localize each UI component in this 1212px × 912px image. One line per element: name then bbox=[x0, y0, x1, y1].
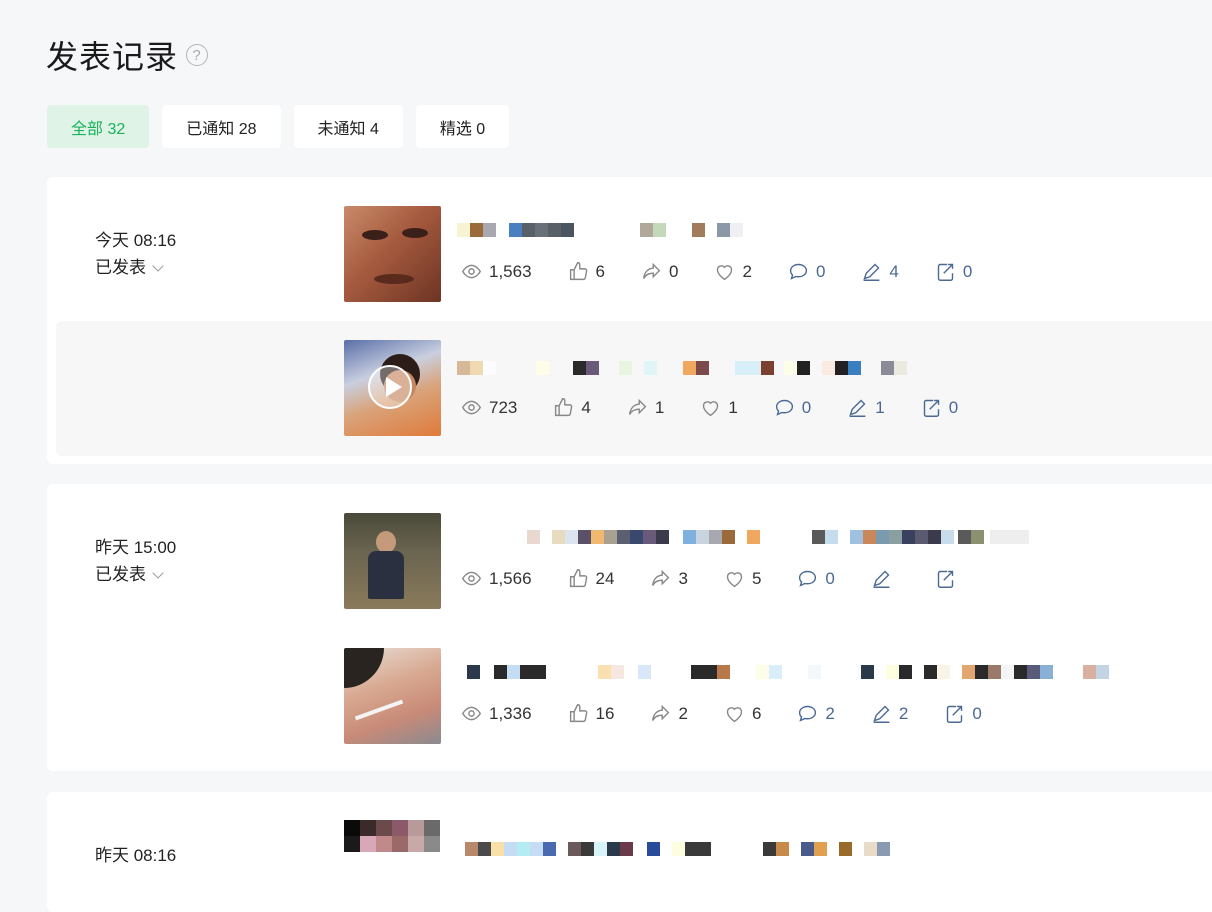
post-stats: 1,336 16 2 6 2 2 0 bbox=[461, 703, 1018, 724]
pencil-icon bbox=[863, 263, 880, 281]
edits-stat[interactable]: 4 bbox=[861, 261, 899, 282]
post-stats: 1,563 6 0 2 0 4 0 bbox=[461, 261, 1008, 282]
post-row[interactable]: 1,566 24 3 5 0 bbox=[47, 484, 1212, 619]
likes-stat: 16 bbox=[568, 703, 614, 724]
heart-icon bbox=[726, 572, 743, 588]
favorites-stat: 2 bbox=[714, 261, 752, 282]
shares-stat: 1 bbox=[627, 397, 664, 418]
tab-not-notified[interactable]: 未通知 4 bbox=[293, 105, 403, 148]
eye-icon bbox=[461, 571, 482, 586]
filter-tabs: 全部 32 已通知 28 未通知 4 精选 0 bbox=[47, 105, 510, 148]
edits-stat[interactable]: 1 bbox=[847, 397, 885, 418]
favorites-stat: 5 bbox=[724, 568, 761, 589]
heart-icon bbox=[703, 401, 719, 417]
thumb-up-icon bbox=[569, 704, 587, 723]
views-stat: 1,566 bbox=[461, 568, 532, 589]
repost-icon bbox=[947, 705, 963, 723]
post-thumbnail[interactable] bbox=[344, 820, 441, 880]
comments-stat[interactable]: 0 bbox=[774, 397, 811, 418]
share-arrow-icon bbox=[628, 398, 647, 415]
views-stat: 723 bbox=[461, 397, 517, 418]
reposts-stat[interactable]: 0 bbox=[935, 261, 972, 282]
repost-icon bbox=[937, 570, 954, 588]
favorites-stat: 6 bbox=[724, 703, 761, 724]
likes-stat: 24 bbox=[568, 568, 614, 589]
page-title-text: 发表记录 bbox=[46, 39, 179, 75]
views-stat: 1,336 bbox=[461, 703, 532, 724]
shares-stat: 2 bbox=[650, 703, 688, 724]
pencil-icon bbox=[873, 705, 890, 723]
share-arrow-icon bbox=[642, 262, 661, 279]
eye-icon bbox=[461, 706, 482, 721]
tab-featured[interactable]: 精选 0 bbox=[415, 105, 510, 148]
post-time: 昨天 08:16 bbox=[95, 846, 177, 865]
heart-icon bbox=[726, 707, 743, 723]
post-thumbnail[interactable] bbox=[344, 513, 441, 609]
post-group-card: 昨天 08:16 bbox=[47, 792, 1212, 912]
post-thumbnail[interactable] bbox=[344, 206, 441, 302]
eye-icon bbox=[461, 264, 482, 279]
post-thumbnail[interactable] bbox=[344, 340, 441, 436]
views-stat: 1,563 bbox=[461, 261, 532, 282]
comments-stat[interactable]: 0 bbox=[788, 261, 825, 282]
post-title-blurred[interactable] bbox=[465, 842, 890, 856]
comment-icon bbox=[799, 705, 817, 722]
post-row[interactable]: 1,336 16 2 6 2 2 0 bbox=[47, 619, 1212, 754]
post-stats: 723 4 1 1 0 1 0 bbox=[461, 397, 994, 418]
post-thumbnail[interactable] bbox=[344, 648, 441, 744]
post-row[interactable]: 723 4 1 1 0 1 0 bbox=[56, 321, 1212, 456]
comment-icon bbox=[789, 263, 808, 280]
repost-icon bbox=[923, 399, 939, 417]
play-icon[interactable] bbox=[368, 365, 412, 409]
thumb-up-icon bbox=[569, 262, 587, 281]
post-stats: 1,566 24 3 5 0 bbox=[461, 568, 999, 589]
tab-all[interactable]: 全部 32 bbox=[47, 105, 150, 148]
post-title-blurred[interactable] bbox=[457, 223, 743, 237]
pencil-icon bbox=[849, 399, 866, 417]
pencil-icon bbox=[873, 570, 890, 588]
tab-notified[interactable]: 已通知 28 bbox=[162, 105, 281, 148]
comment-icon bbox=[799, 570, 817, 587]
comment-icon bbox=[775, 399, 793, 416]
post-row[interactable]: 1,563 6 0 2 0 4 0 bbox=[47, 177, 1212, 312]
post-title-blurred[interactable] bbox=[457, 530, 1029, 544]
post-meta: 昨天 08:16 bbox=[95, 842, 176, 869]
reposts-stat[interactable]: 0 bbox=[944, 703, 982, 724]
post-title-blurred[interactable] bbox=[457, 361, 907, 375]
post-group-card: 今天 08:16 已发表 1,563 6 0 2 0 4 0 723 4 1 1… bbox=[47, 177, 1212, 464]
help-icon[interactable]: ? bbox=[186, 44, 209, 66]
thumb-up-icon bbox=[555, 398, 573, 417]
post-title-blurred[interactable] bbox=[457, 665, 1109, 679]
post-group-card: 昨天 15:00 已发表 1,566 24 3 5 0 1,336 16 2 6… bbox=[47, 484, 1212, 771]
share-arrow-icon bbox=[652, 704, 670, 721]
likes-stat: 6 bbox=[568, 261, 605, 282]
reposts-stat[interactable] bbox=[935, 568, 963, 589]
comments-stat[interactable]: 0 bbox=[797, 568, 835, 589]
thumb-up-icon bbox=[569, 569, 587, 588]
share-arrow-icon bbox=[652, 569, 670, 586]
favorites-stat: 1 bbox=[700, 397, 738, 418]
page-title: 发表记录 ? bbox=[46, 32, 209, 78]
shares-stat: 3 bbox=[650, 568, 688, 589]
edits-stat[interactable]: 2 bbox=[871, 703, 908, 724]
repost-icon bbox=[937, 263, 954, 281]
reposts-stat[interactable]: 0 bbox=[921, 397, 958, 418]
eye-icon bbox=[461, 400, 482, 415]
edits-stat[interactable] bbox=[871, 568, 899, 589]
comments-stat[interactable]: 2 bbox=[797, 703, 835, 724]
likes-stat: 4 bbox=[553, 397, 591, 418]
shares-stat: 0 bbox=[641, 261, 678, 282]
heart-icon bbox=[717, 265, 733, 281]
